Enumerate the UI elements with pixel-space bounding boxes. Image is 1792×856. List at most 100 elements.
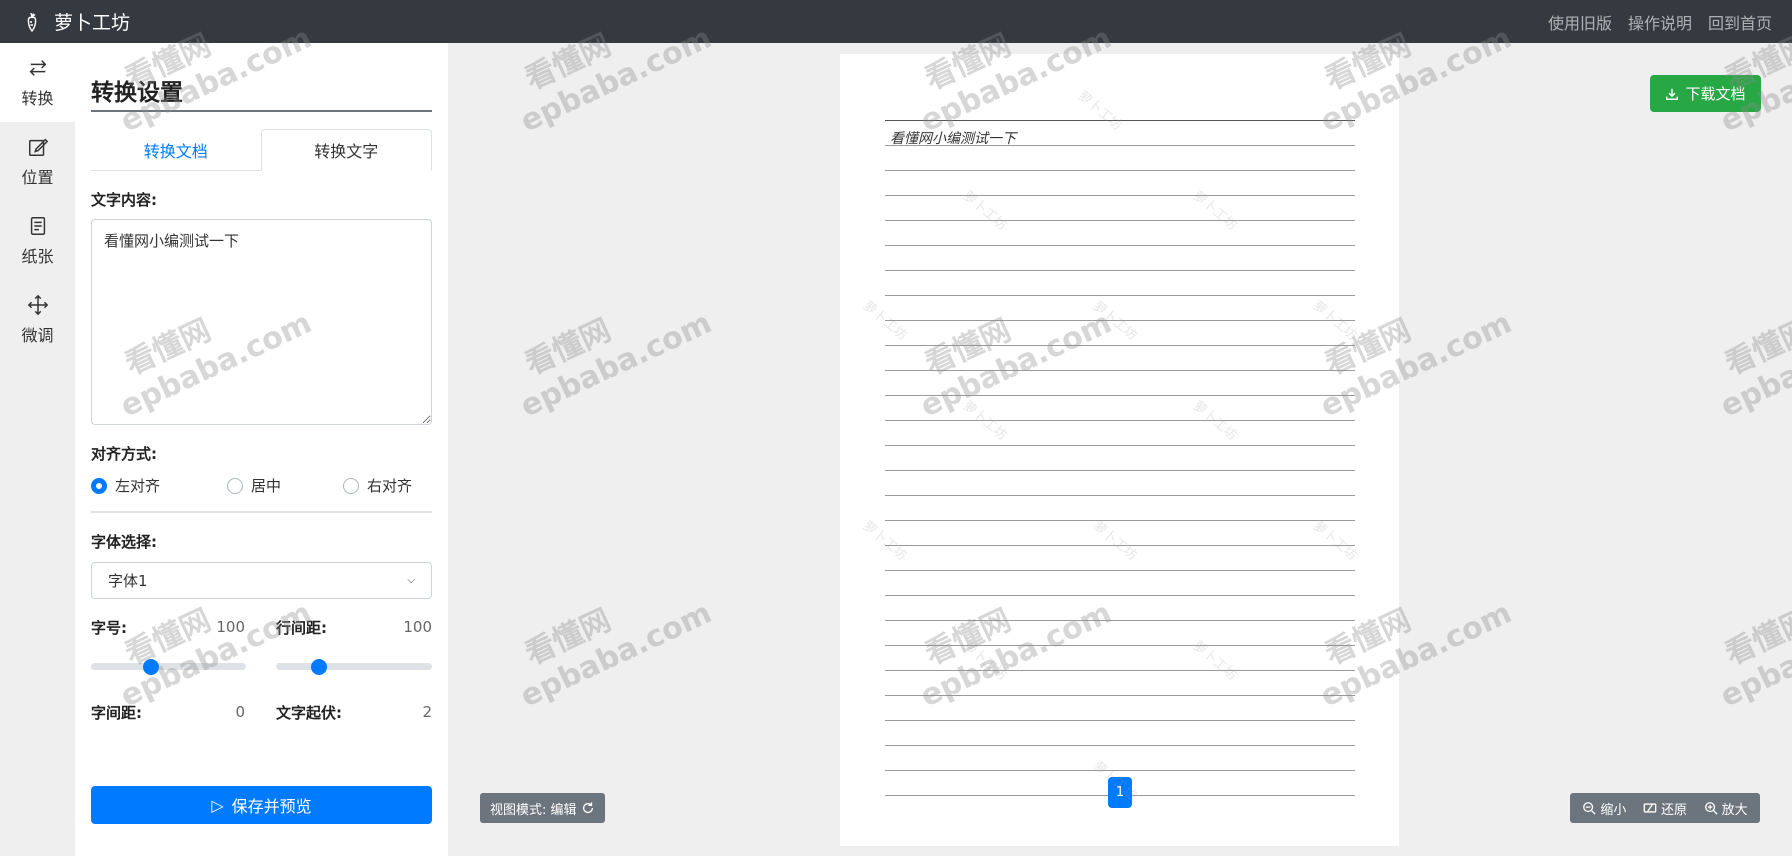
zoom-controls: 缩小 还原 放大 [1570,793,1760,823]
ruled-line [885,220,1355,221]
ruled-line [885,645,1355,646]
ruled-line [885,470,1355,471]
ruled-line [885,420,1355,421]
radio-align-right[interactable]: 右对齐 [343,475,412,496]
sidebar-item-convert[interactable]: 转换 [0,43,75,122]
ruled-line [885,445,1355,446]
chevron-down-icon: ⌵ [407,575,415,586]
ruled-line [885,695,1355,696]
zoom-in-label: 放大 [1721,802,1748,818]
watermark-brand: 看懂网 [1719,312,1792,383]
nav-link-instructions[interactable]: 操作说明 [1628,10,1692,34]
top-navbar: 萝卜工坊 使用旧版 操作说明 回到首页 [0,0,1792,43]
divider [91,511,432,513]
sidebar-item-label: 转换 [21,88,54,108]
tab-convert-document[interactable]: 转换文档 [91,129,261,170]
ruled-line [885,120,1355,121]
radio-align-center[interactable]: 居中 [227,475,281,496]
convert-tabs: 转换文档 转换文字 [91,129,432,171]
zoom-reset-button[interactable]: 还原 [1643,799,1687,818]
sidebar-item-position[interactable]: 位置 [0,122,75,201]
slider-handle[interactable] [311,659,327,675]
align-radio-group: 左对齐 居中 右对齐 [91,475,432,497]
text-wave-label: 文字起伏: [276,704,342,722]
sidebar-item-paper[interactable]: 纸张 [0,201,75,280]
char-spacing-label: 字间距: [91,704,142,722]
handwritten-text: 看懂网小编测试一下 [890,131,1016,147]
nav-links: 使用旧版 操作说明 回到首页 [1548,10,1772,34]
ruled-line [885,595,1355,596]
zoom-out-button[interactable]: 缩小 [1582,799,1626,818]
view-mode-toggle[interactable]: 视图模式: 编辑 [480,793,605,823]
ruled-line [885,620,1355,621]
ruled-line [885,370,1355,371]
page-number-button[interactable]: 1 [1108,777,1132,808]
paper-preview[interactable]: 看懂网小编测试一下 [840,54,1399,846]
save-preview-button[interactable]: ▷ 保存并预览 [91,786,432,824]
watermark: 看懂网 epbaba.com [500,273,717,425]
ruled-line [885,570,1355,571]
download-label: 下载文档 [1685,85,1746,103]
swap-icon [29,59,46,76]
sidebar-item-label: 微调 [21,325,54,345]
brand-name: 萝卜工坊 [54,12,131,34]
eraser-icon [1643,803,1657,813]
zoom-in-button[interactable]: 放大 [1704,799,1748,818]
watermark-domain: epbaba.com [1715,595,1792,715]
sidebar-item-adjust[interactable]: 微调 [0,280,75,359]
zoom-in-icon [1704,802,1718,815]
ruled-line [885,745,1355,746]
ruled-line [885,495,1355,496]
nav-link-home[interactable]: 回到首页 [1708,10,1772,34]
edit-icon [28,138,48,156]
ruled-line [885,320,1355,321]
tab-convert-text[interactable]: 转换文字 [260,129,432,171]
play-icon: ▷ [211,795,224,815]
save-preview-label: 保存并预览 [231,797,312,816]
radio-dot[interactable] [227,477,243,494]
ruled-line [885,245,1355,246]
content-label: 文字内容: [91,191,157,209]
ruled-line [885,720,1355,721]
font-label: 字体选择: [91,533,157,551]
watermark-brand: 看懂网 [519,602,617,673]
font-size-slider[interactable] [91,659,246,675]
download-button[interactable]: 下载文档 [1650,75,1761,112]
ruled-line [885,345,1355,346]
radio-dot[interactable] [343,477,359,494]
line-spacing-label: 行间距: [276,619,327,637]
watermark: 看懂网 epbaba.com [1700,273,1792,425]
radio-label: 左对齐 [115,477,161,495]
ruled-lines [885,120,1355,796]
watermark-brand: 看懂网 [1719,602,1792,673]
ruled-line [885,270,1355,271]
ruled-line [885,170,1355,171]
radio-dot[interactable] [91,477,107,494]
watermark: 看懂网 epbaba.com [500,563,717,715]
refresh-icon [582,802,593,814]
ruled-line [885,520,1355,521]
brand[interactable]: 萝卜工坊 [20,8,130,35]
slider-handle[interactable] [143,659,159,675]
align-label: 对齐方式: [91,445,157,463]
ruled-line [885,295,1355,296]
zoom-reset-label: 还原 [1660,802,1687,818]
carrot-logo-icon [27,12,37,32]
divider [91,110,432,112]
radio-align-left[interactable]: 左对齐 [91,475,160,496]
font-select-value: 字体1 [108,572,148,590]
watermark: 看懂网 epbaba.com [1700,563,1792,715]
font-select[interactable]: 字体1 ⌵ [91,562,432,599]
content-textarea[interactable] [91,219,432,425]
sidebar-item-label: 位置 [21,167,54,187]
ruled-line [885,770,1355,771]
nav-link-old-version[interactable]: 使用旧版 [1548,10,1612,34]
panel-title: 转换设置 [91,80,183,106]
ruled-line [885,670,1355,671]
settings-panel: 转换设置 转换文档 转换文字 文字内容: 对齐方式: 左对齐 居中 右对齐 字体… [75,43,448,856]
watermark-domain: epbaba.com [515,595,717,715]
line-spacing-slider[interactable] [276,659,432,675]
radio-label: 右对齐 [367,477,413,495]
sidebar-item-label: 纸张 [21,246,54,266]
font-size-label: 字号: [91,619,127,637]
